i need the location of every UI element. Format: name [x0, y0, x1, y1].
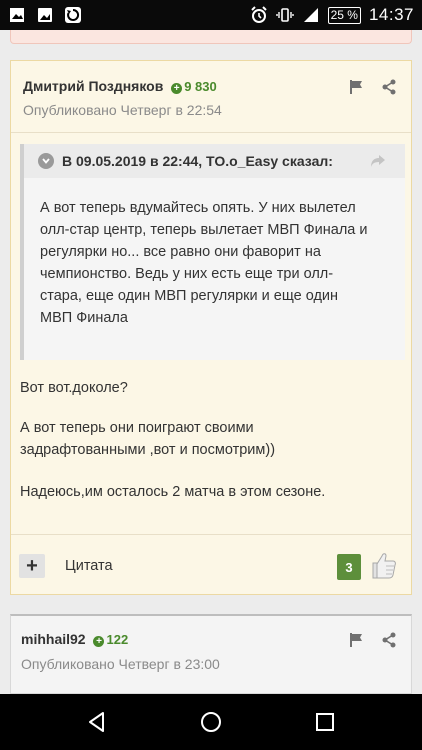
post-paragraph: Вот вот.доколе?	[20, 380, 128, 396]
post-date: Опубликовано Четверг в 22:54	[23, 102, 222, 118]
battery-indicator: 25 %	[327, 6, 361, 24]
quote-attribution: В 09.05.2019 в 22:44, TO.o_Easy сказал:	[62, 153, 333, 169]
image-icon	[38, 8, 52, 22]
forum-post: Дмитрий Поздняков +9 830 Опубликовано Че…	[10, 60, 412, 595]
navigation-bar	[0, 694, 422, 750]
flag-icon[interactable]	[349, 79, 365, 95]
quote-header[interactable]: В 09.05.2019 в 22:44, TO.o_Easy сказал:	[24, 144, 405, 178]
share-icon[interactable]	[381, 632, 397, 648]
quote-line: регулярки но... все равно они фаворит на	[40, 244, 321, 260]
chevron-down-icon[interactable]	[38, 153, 54, 169]
reputation-plus-icon: +	[93, 636, 105, 647]
author-name[interactable]: mihhail92	[21, 631, 86, 647]
back-icon[interactable]	[85, 710, 109, 734]
quote-line: А вот теперь вдумайтесь опять. У них выл…	[40, 200, 356, 216]
like-count-badge: 3	[337, 554, 361, 580]
post-header: Дмитрий Поздняков +9 830 Опубликовано Че…	[11, 61, 411, 133]
quote-line: олл-стар центр, теперь вылетает МВП Фина…	[40, 222, 368, 238]
post-paragraph: Надеюсь,им осталось 2 матча в этом сезон…	[20, 484, 326, 500]
quote-block: В 09.05.2019 в 22:44, TO.o_Easy сказал: …	[20, 144, 405, 360]
gallery-icon	[10, 8, 24, 22]
reputation-plus-icon: +	[171, 83, 183, 94]
share-icon[interactable]	[381, 79, 397, 95]
thumbs-up-icon[interactable]	[365, 548, 399, 582]
flag-icon[interactable]	[349, 632, 365, 648]
post-author[interactable]: mihhail92 +122	[21, 631, 128, 647]
quote-line: чемпионство. Ведь у них есть еще три олл…	[40, 266, 334, 282]
quote-line: МВП Финала	[40, 310, 128, 326]
signal-icon	[303, 8, 318, 22]
post-author[interactable]: Дмитрий Поздняков +9 830	[23, 78, 217, 94]
reputation-badge: +9 830	[171, 79, 217, 94]
go-to-quote-icon[interactable]	[369, 153, 387, 169]
reputation-badge: +122	[93, 632, 128, 647]
home-icon[interactable]	[199, 710, 223, 734]
post-footer: + Цитата 3	[11, 534, 411, 596]
forum-post: mihhail92 +122 Опубликовано Четверг в 23…	[10, 614, 412, 694]
post-date: Опубликовано Четверг в 23:00	[21, 656, 220, 672]
quote-text: А вот теперь вдумайтесь опять. У них выл…	[24, 178, 405, 329]
vibrate-icon	[275, 8, 294, 22]
author-name[interactable]: Дмитрий Поздняков	[23, 78, 163, 94]
sync-icon	[65, 7, 81, 23]
previous-post-remnant	[10, 30, 412, 44]
quote-button[interactable]: Цитата	[65, 558, 113, 574]
clock: 14:37	[368, 5, 414, 24]
status-bar: 25 % 14:37	[0, 0, 422, 30]
quote-line: стара, еще один МВП регулярки и еще один	[40, 288, 339, 304]
post-paragraph: А вот теперь они поиграют своими задрафт…	[20, 420, 276, 458]
alarm-icon	[250, 6, 267, 23]
recent-apps-icon[interactable]	[313, 710, 337, 734]
multiquote-button[interactable]: +	[19, 554, 45, 578]
